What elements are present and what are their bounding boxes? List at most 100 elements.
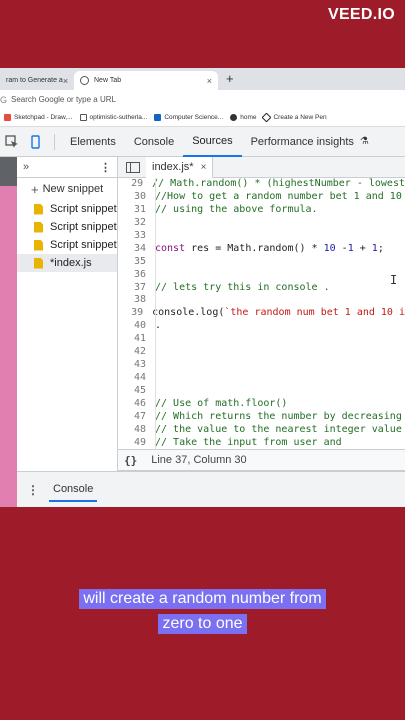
- new-tab-button[interactable]: +: [226, 71, 234, 86]
- code-line[interactable]: 34 const res = Math.random() * 10 -1 + 1;: [118, 243, 405, 256]
- snippet-item[interactable]: Script snippet: [17, 218, 117, 236]
- code-line[interactable]: 38: [118, 294, 405, 307]
- screen-recording: ram to Generate a × New Tab × + G Search…: [0, 68, 405, 507]
- veed-watermark: VEED.IO: [327, 6, 395, 23]
- more-tabs-chevron-icon[interactable]: »: [23, 161, 29, 173]
- device-toggle-icon[interactable]: [24, 127, 48, 157]
- file-icon: [34, 257, 43, 269]
- snippet-item[interactable]: Script snippet: [17, 236, 117, 254]
- code-line[interactable]: 32: [118, 217, 405, 230]
- inspect-element-icon[interactable]: [0, 127, 24, 157]
- tab-label: New Tab: [94, 77, 122, 84]
- line-number: 36: [133, 268, 146, 280]
- bookmarks-bar: Sketchpad - Draw,... optimistic-sutherla…: [0, 109, 405, 127]
- code-line[interactable]: 33: [118, 230, 405, 243]
- browser-tab-strip: ram to Generate a × New Tab × +: [0, 68, 405, 90]
- drawer-menu-icon[interactable]: ⋮: [27, 483, 39, 497]
- code-line[interactable]: 30 //How to get a random number bet 1 and…: [118, 191, 405, 204]
- file-icon: [34, 203, 43, 215]
- bookmark-label: Sketchpad - Draw,...: [14, 114, 73, 121]
- line-source: // Math.random() * (highestNumber - lowe…: [152, 178, 405, 189]
- line-number: 37: [133, 281, 146, 293]
- line-number: 31: [133, 203, 146, 215]
- address-bar[interactable]: G Search Google or type a URL: [0, 90, 405, 109]
- line-source: console.log(`the random num bet 1 and 10…: [152, 307, 405, 319]
- snippet-label: Script snippet: [50, 221, 117, 233]
- bookmark-label: Computer Science...: [164, 114, 224, 121]
- browser-tab-1[interactable]: ram to Generate a ×: [0, 71, 74, 90]
- code-line[interactable]: 31 // using the above formula.: [118, 204, 405, 217]
- flask-icon: ⚗: [359, 136, 369, 147]
- bookmark-computer-science[interactable]: Computer Science...: [154, 114, 223, 121]
- close-file-icon[interactable]: ×: [201, 162, 207, 173]
- tab-elements[interactable]: Elements: [61, 127, 125, 157]
- sources-navigator: » ⋮ + New snippet Script snippet Script …: [17, 157, 118, 507]
- new-snippet-button[interactable]: + New snippet: [17, 178, 117, 200]
- code-line[interactable]: 41: [118, 333, 405, 346]
- bookmark-optimistic[interactable]: optimistic-sutherla...: [79, 114, 148, 121]
- code-line[interactable]: 35: [118, 256, 405, 269]
- tab-label: ram to Generate a: [6, 77, 63, 84]
- bookmark-codepen[interactable]: Create a New Pen: [262, 112, 327, 123]
- pretty-print-icon[interactable]: {}: [124, 454, 137, 467]
- caption-line-1: will create a random number from: [0, 589, 405, 609]
- toggle-navigator-icon[interactable]: [126, 161, 140, 173]
- tab-console[interactable]: Console: [125, 127, 183, 157]
- snippet-label: *index.js: [50, 257, 92, 269]
- code-line[interactable]: 43: [118, 359, 405, 372]
- code-line[interactable]: 39 console.log(`the random num bet 1 and …: [118, 307, 405, 320]
- line-number: 46: [133, 397, 146, 409]
- line-source: // Take the input from user and: [155, 436, 342, 448]
- code-line[interactable]: 42: [118, 346, 405, 359]
- code-line[interactable]: 29 // Math.random() * (highestNumber - lo…: [118, 178, 405, 191]
- line-source: const res = Math.random() * 10 -1 + 1;: [155, 242, 384, 254]
- tab-sources[interactable]: Sources: [183, 127, 242, 157]
- drawer-tab-console[interactable]: Console: [49, 478, 98, 502]
- page-edge: [0, 157, 17, 186]
- tab-performance-insights[interactable]: Performance insights ⚗: [242, 127, 378, 157]
- tab-label: Performance insights: [250, 135, 354, 148]
- code-line[interactable]: 49 // Take the input from user and: [118, 437, 405, 449]
- close-tab-icon[interactable]: ×: [63, 76, 68, 86]
- code-line[interactable]: 37 // lets try this in console .: [118, 282, 405, 295]
- new-snippet-label: New snippet: [42, 183, 104, 195]
- editor-tab-bar: index.js* ×: [118, 156, 405, 178]
- address-placeholder: Search Google or type a URL: [11, 95, 116, 104]
- line-source: .: [155, 320, 162, 332]
- globe-icon: [80, 76, 89, 85]
- bookmark-label: optimistic-sutherla...: [89, 114, 148, 121]
- bookmark-label: Create a New Pen: [273, 114, 327, 121]
- more-options-icon[interactable]: ⋮: [100, 161, 111, 174]
- code-line[interactable]: 36: [118, 269, 405, 282]
- editor-file-tab[interactable]: index.js* ×: [146, 156, 214, 178]
- line-number: 48: [133, 423, 146, 435]
- bookmark-sketchpad[interactable]: Sketchpad - Draw,...: [4, 114, 73, 121]
- page-icon: [79, 114, 87, 121]
- bookmark-label: home: [240, 114, 257, 121]
- line-number: 33: [133, 229, 146, 241]
- code-area[interactable]: 29 // Math.random() * (highestNumber - lo…: [118, 178, 405, 449]
- search-icon: G: [0, 94, 8, 105]
- file-icon: [34, 221, 43, 233]
- line-number: 40: [133, 320, 146, 332]
- code-line[interactable]: 46 // Use of math.floor(): [118, 398, 405, 411]
- sketchpad-icon: [4, 114, 11, 121]
- line-number: 41: [133, 333, 146, 345]
- line-number: 35: [133, 255, 146, 267]
- code-line[interactable]: 45: [118, 385, 405, 398]
- line-source: // the value to the nearest integer valu…: [155, 423, 402, 435]
- code-line[interactable]: 48 // the value to the nearest integer va…: [118, 424, 405, 437]
- bookmark-home[interactable]: home: [230, 114, 256, 121]
- code-line[interactable]: 40.: [118, 320, 405, 333]
- browser-tab-new-tab[interactable]: New Tab ×: [74, 71, 218, 90]
- close-tab-icon[interactable]: ×: [207, 76, 212, 86]
- line-number: 39: [131, 307, 144, 319]
- snippet-label: Script snippet: [50, 203, 117, 215]
- snippet-item-selected[interactable]: *index.js: [17, 254, 117, 272]
- code-line[interactable]: 47 // Which returns the number by decreas…: [118, 411, 405, 424]
- file-tab-label: index.js*: [152, 161, 194, 173]
- code-line[interactable]: 44: [118, 372, 405, 385]
- snippet-item[interactable]: Script snippet: [17, 200, 117, 218]
- plus-icon: +: [31, 181, 39, 197]
- codepen-icon: [262, 112, 272, 123]
